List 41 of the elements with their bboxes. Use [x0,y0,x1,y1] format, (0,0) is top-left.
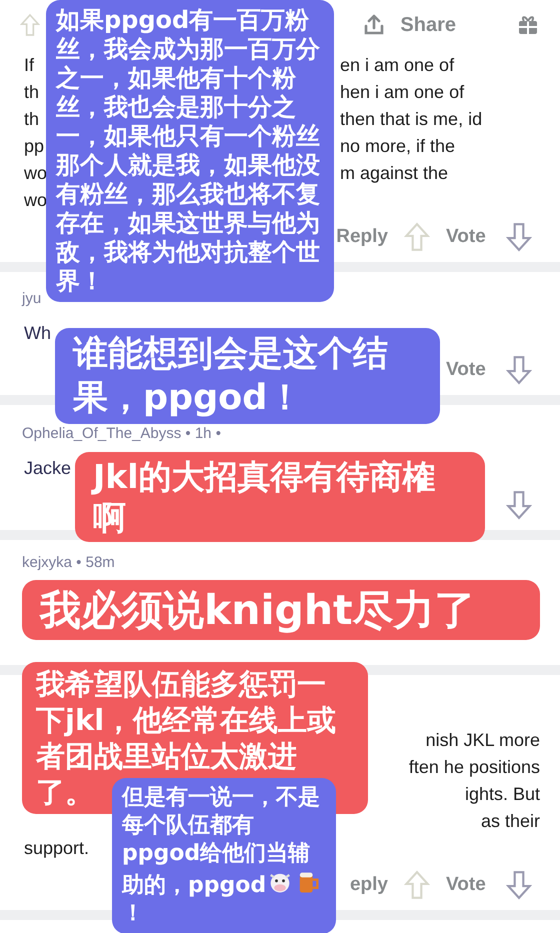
comment-text: Wh [24,322,51,345]
caption-bubble: 但是有一说一，不是每个队伍都有ppgod给他们当辅助的，ppgod ！ [112,778,336,933]
comment-text: m against the [340,162,448,185]
comment-username[interactable]: kejxyka • 58m [22,554,115,572]
downvote-icon[interactable] [506,490,532,520]
upvote-icon[interactable] [404,222,430,252]
caption-bubble: 如果ppgod有一百万粉丝，我会成为那一百万分之一，如果他有十个粉丝，我也会是那十分之一，如果他只有一个粉丝那个人就是我，如果他没有粉丝，那么我也将不复存在，如果这世界与他为敌，我将为他对抗整个世界！ [46,0,334,302]
upvote-icon[interactable] [20,12,40,38]
reply-button[interactable]: Reply [336,226,388,248]
share-icon [362,13,386,37]
upvote-icon[interactable] [404,870,430,900]
caption-bubble: 谁能想到会是这个结果，ppgod！ [55,328,440,424]
comment-text: ften he positions [408,756,540,779]
downvote-icon[interactable] [506,355,532,385]
comment-text: wo [24,189,48,212]
comment-text: en i am one of [340,54,454,77]
downvote-icon[interactable] [506,222,532,252]
comment-text: Jacke [24,457,72,480]
comment-text: hen i am one of [340,81,464,104]
comment-text: If [24,54,34,77]
caption-bubble: 我必须说knight尽力了 [22,580,540,640]
comment-text: as their [480,810,540,833]
share-button[interactable]: Share [362,13,456,37]
vote-label: Vote [446,226,487,248]
gift-icon[interactable] [516,13,540,37]
comment-username[interactable]: jyu [22,290,42,308]
comment-text: pp [24,135,44,158]
comment-text: th [24,108,40,131]
vote-label: Vote [446,359,487,381]
vote-label: Vote [446,874,487,896]
comment-text: nish JKL more [426,729,540,752]
comment-text: no more, if the [340,135,456,158]
comment-username[interactable]: Ophelia_Of_The_Abyss • 1h • [22,425,221,443]
comment-text: th [24,81,40,104]
caption-bubble: Jkl的大招真得有待商榷啊 [75,452,485,542]
reply-button[interactable]: eply [350,874,388,896]
comment-text: wo [24,162,48,185]
comment-text: ights. But [464,783,540,806]
downvote-icon[interactable] [506,870,532,900]
comment-text: then that is me, id [340,108,482,131]
comment-text: support. [24,837,90,860]
